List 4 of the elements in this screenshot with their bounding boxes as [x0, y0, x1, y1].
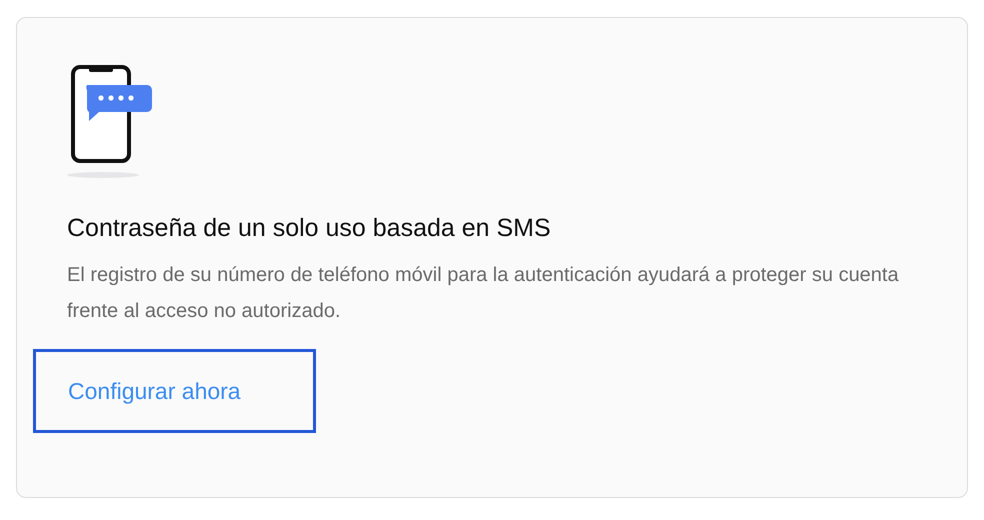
setup-link[interactable]: Configurar ahora — [33, 349, 316, 433]
phone-message-icon — [67, 65, 155, 179]
card-description: El registro de su número de teléfono móvil para la autenticación ayudará a proteger su cuenta frente al acceso no autorizado. — [67, 263, 900, 324]
card-title: Contraseña de un solo uso basada en SMS — [67, 213, 551, 243]
